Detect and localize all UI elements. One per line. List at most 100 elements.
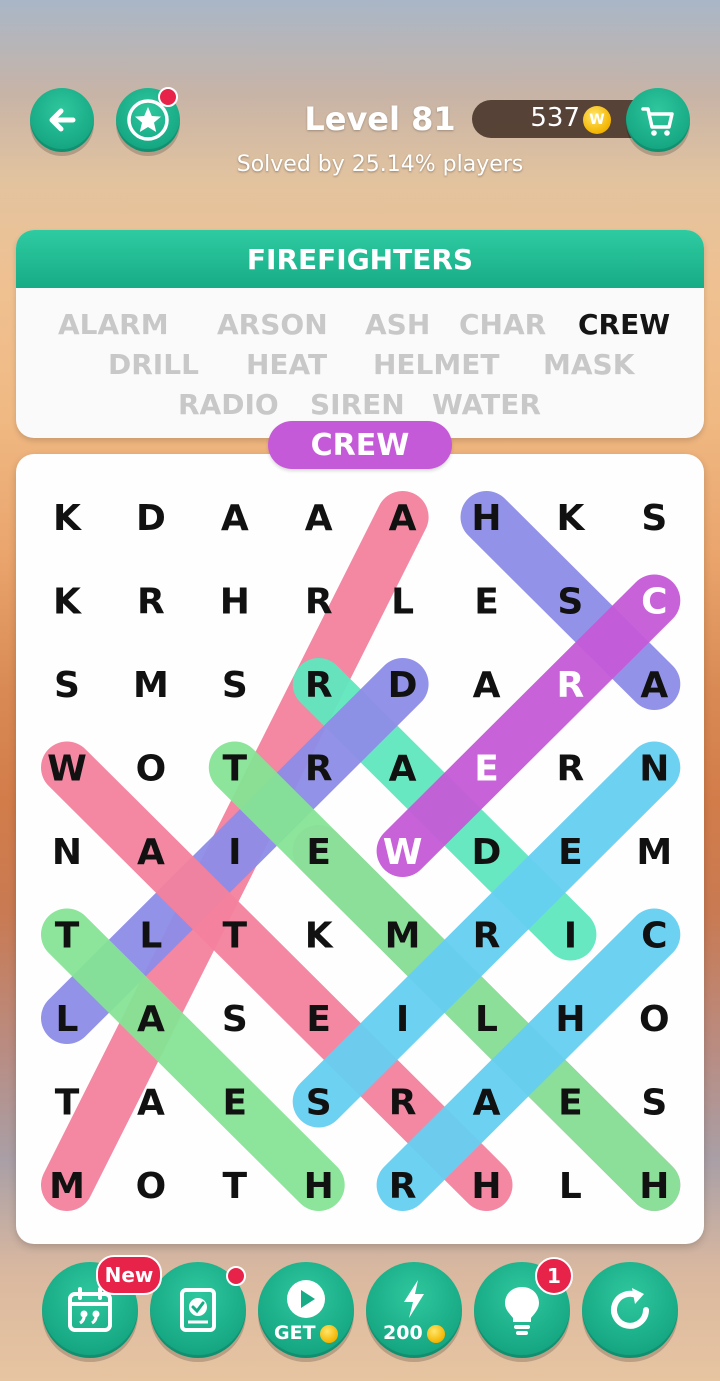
grid-cell[interactable]: W [383, 832, 423, 873]
word-radio: RADIO [178, 388, 279, 421]
grid-cell[interactable]: N [639, 749, 669, 790]
watch-coin-icon [320, 1325, 338, 1343]
grid-cell[interactable]: R [389, 1083, 417, 1124]
grid-cell[interactable]: E [306, 999, 331, 1040]
grid-cell[interactable]: R [557, 749, 585, 790]
grid-cell[interactable]: S [641, 498, 667, 539]
solved-percentage: Solved by 25.14% players [236, 152, 524, 177]
grid-cell[interactable]: H [471, 1166, 501, 1207]
grid-cell[interactable]: D [136, 498, 166, 539]
grid-cell[interactable]: S [54, 665, 80, 706]
grid-cell[interactable]: E [558, 1083, 583, 1124]
back-button[interactable] [30, 88, 94, 152]
grid-cell[interactable]: A [473, 1083, 501, 1124]
boost-coin-icon [427, 1325, 445, 1343]
grid-cell[interactable]: O [136, 749, 167, 790]
grid-cell[interactable]: C [641, 916, 667, 957]
grid-cell[interactable]: A [305, 498, 333, 539]
grid-cell[interactable]: I [396, 999, 409, 1040]
boost-cost: 200 [383, 1322, 423, 1344]
notification-dot [158, 87, 178, 107]
grid-cell[interactable]: R [557, 665, 585, 706]
grid-cell[interactable]: E [558, 832, 583, 873]
grid-cell[interactable]: E [223, 1083, 248, 1124]
grid-cell[interactable]: H [639, 1166, 669, 1207]
play-icon [287, 1280, 325, 1318]
grid-cell[interactable]: I [228, 832, 241, 873]
grid-cell[interactable]: S [306, 1083, 332, 1124]
grid-cell[interactable]: O [639, 999, 670, 1040]
grid-cell[interactable]: S [557, 582, 583, 623]
grid-cell[interactable]: L [475, 999, 498, 1040]
grid-cell[interactable]: H [304, 1166, 334, 1207]
grid-cell[interactable]: M [385, 916, 421, 957]
grid-cell[interactable]: I [564, 916, 577, 957]
shop-button[interactable] [626, 88, 690, 152]
grid-cell[interactable]: M [49, 1166, 85, 1207]
grid-cell[interactable]: T [223, 1166, 248, 1207]
grid-cell[interactable]: L [391, 582, 414, 623]
word-alarm: ALARM [58, 308, 169, 341]
grid-cell[interactable]: R [305, 582, 333, 623]
grid-cell[interactable]: N [52, 832, 82, 873]
grid-cell[interactable]: T [223, 749, 248, 790]
grid-cell[interactable]: S [222, 999, 248, 1040]
word-siren: SIREN [310, 388, 405, 421]
grid-cell[interactable]: A [137, 832, 165, 873]
grid-cell[interactable]: A [389, 749, 417, 790]
grid-cell[interactable]: R [137, 582, 165, 623]
level-title: Level 81 [304, 100, 456, 138]
grid-cell[interactable]: E [306, 832, 331, 873]
grid-cell[interactable]: S [222, 665, 248, 706]
grid-cell[interactable]: S [641, 1083, 667, 1124]
grid-cell[interactable]: R [305, 749, 333, 790]
grid-cell[interactable]: K [305, 916, 334, 957]
grid-cell[interactable]: A [221, 498, 249, 539]
arrow-left-icon [49, 108, 76, 132]
grid-cell[interactable]: R [473, 916, 501, 957]
grid-cell[interactable]: C [641, 582, 667, 623]
hint-count-badge: 1 [535, 1257, 573, 1295]
grid-cell[interactable]: K [53, 498, 82, 539]
current-word-pill: CREW [268, 421, 452, 469]
grid-cell[interactable]: R [389, 1166, 417, 1207]
grid-cell[interactable]: H [555, 999, 585, 1040]
board-grid[interactable]: K D A A A H K S K R H R L E S C S M S R D A R A W O T R A E R N N A I E W D E M… [16, 454, 704, 1244]
grid-cell[interactable]: E [474, 749, 499, 790]
grid-cell[interactable]: K [556, 498, 585, 539]
grid-cell[interactable]: A [389, 498, 417, 539]
grid-cell[interactable]: E [474, 582, 499, 623]
grid-cell[interactable]: K [53, 582, 82, 623]
coin-count: 537 [530, 103, 580, 133]
coin-icon: W [583, 106, 611, 134]
grid-cell[interactable]: H [220, 582, 250, 623]
word-water: WATER [432, 388, 541, 421]
grid-cell[interactable]: D [472, 832, 502, 873]
new-badge: New [96, 1255, 162, 1295]
grid-cell[interactable]: L [139, 916, 162, 957]
word-crew: CREW [578, 308, 671, 341]
word-arson: ARSON [217, 308, 328, 341]
grid-cell[interactable]: A [473, 665, 501, 706]
grid-cell[interactable]: M [133, 665, 169, 706]
grid-cell[interactable]: A [137, 999, 165, 1040]
checklist-icon [180, 1288, 216, 1332]
grid-cell[interactable]: D [388, 665, 418, 706]
word-heat: HEAT [246, 348, 328, 381]
grid-cell[interactable]: M [636, 832, 672, 873]
grid-cell[interactable]: H [471, 498, 501, 539]
lightbulb-icon [505, 1287, 539, 1335]
grid-cell[interactable]: A [137, 1083, 165, 1124]
grid-cell[interactable]: L [56, 999, 79, 1040]
restart-button[interactable] [582, 1262, 678, 1358]
grid-cell[interactable]: R [305, 665, 333, 706]
grid-cell[interactable]: W [47, 749, 87, 790]
grid-cell[interactable]: L [559, 1166, 582, 1207]
grid-cell[interactable]: T [55, 916, 80, 957]
grid-cell[interactable]: A [640, 665, 668, 706]
grid-cell[interactable]: O [136, 1166, 167, 1207]
lightning-icon [404, 1280, 424, 1318]
grid-cell[interactable]: T [223, 916, 248, 957]
refresh-icon [611, 1288, 649, 1329]
grid-cell[interactable]: T [55, 1083, 80, 1124]
